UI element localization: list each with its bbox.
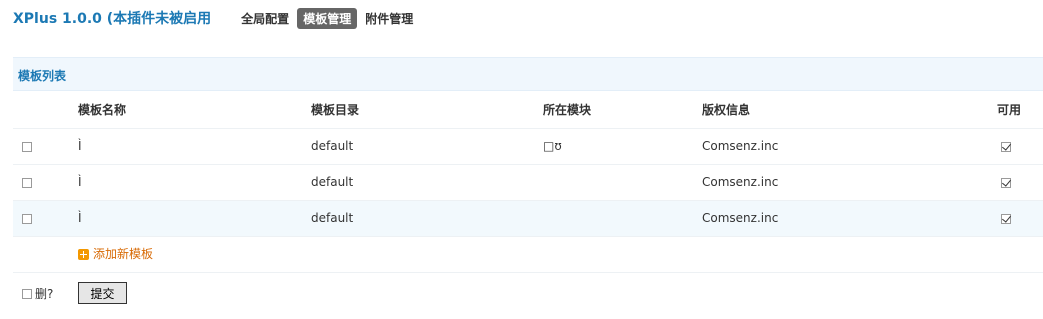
form-footer: 删? 提交 — [13, 273, 1043, 313]
template-directory: default — [311, 211, 354, 225]
column-header-module: 所在模块 — [543, 103, 592, 117]
template-copyright: Comsenz.inc — [702, 211, 779, 225]
row-select-checkbox[interactable] — [22, 177, 32, 188]
row-select-checkbox[interactable] — [22, 141, 32, 152]
available-cell — [997, 201, 1011, 236]
template-copyright: Comsenz.inc — [702, 175, 779, 189]
add-template-row: 添加新模板 — [13, 237, 1043, 273]
tab-attachment-manage[interactable]: 附件管理 — [359, 8, 419, 29]
section-title: 模板列表 — [18, 69, 67, 83]
column-header-directory: 模板目录 — [311, 103, 360, 117]
available-cell — [997, 129, 1011, 164]
template-name: Ì — [78, 175, 82, 189]
table-row: Ì default Comsenz.inc — [13, 201, 1043, 237]
plus-icon — [78, 249, 89, 260]
row-select-cell — [22, 165, 36, 200]
column-header-copyright: 版权信息 — [702, 103, 751, 117]
column-header-name: 模板名称 — [78, 103, 127, 117]
delete-toggle: 删? — [22, 285, 53, 302]
row-select-checkbox[interactable] — [22, 213, 32, 224]
template-module: □ʊ — [543, 139, 562, 153]
top-bar: XPlus 1.0.0 (本插件未被启用 全局配置 模板管理 附件管理 — [13, 7, 421, 29]
table-row: Ì default □ʊ Comsenz.inc — [13, 129, 1043, 165]
row-select-cell — [22, 129, 36, 164]
template-directory: default — [311, 175, 354, 189]
tab-template-manage[interactable]: 模板管理 — [297, 7, 358, 29]
template-name: Ì — [78, 139, 82, 153]
table-header-row: 模板名称 模板目录 所在模块 版权信息 可用 — [13, 93, 1043, 129]
add-template-link[interactable]: 添加新模板 — [78, 237, 153, 272]
section-header: 模板列表 — [13, 57, 1043, 91]
table-row: Ì default Comsenz.inc — [13, 165, 1043, 201]
delete-checkbox[interactable] — [22, 288, 32, 299]
submit-button[interactable]: 提交 — [78, 282, 127, 304]
available-checkbox[interactable] — [1001, 213, 1011, 224]
available-cell — [997, 165, 1011, 200]
tab-global-config[interactable]: 全局配置 — [235, 8, 295, 29]
add-template-label: 添加新模板 — [93, 247, 154, 261]
template-directory: default — [311, 139, 354, 153]
plugin-title: XPlus 1.0.0 (本插件未被启用 — [13, 11, 212, 27]
available-checkbox[interactable] — [1001, 141, 1011, 152]
available-checkbox[interactable] — [1001, 177, 1011, 188]
delete-label: 删? — [35, 287, 54, 301]
template-name: Ì — [78, 211, 82, 225]
column-header-available: 可用 — [997, 103, 1022, 117]
template-copyright: Comsenz.inc — [702, 139, 779, 153]
nav-tabs: 全局配置 模板管理 附件管理 — [235, 7, 421, 29]
row-select-cell — [22, 201, 36, 236]
